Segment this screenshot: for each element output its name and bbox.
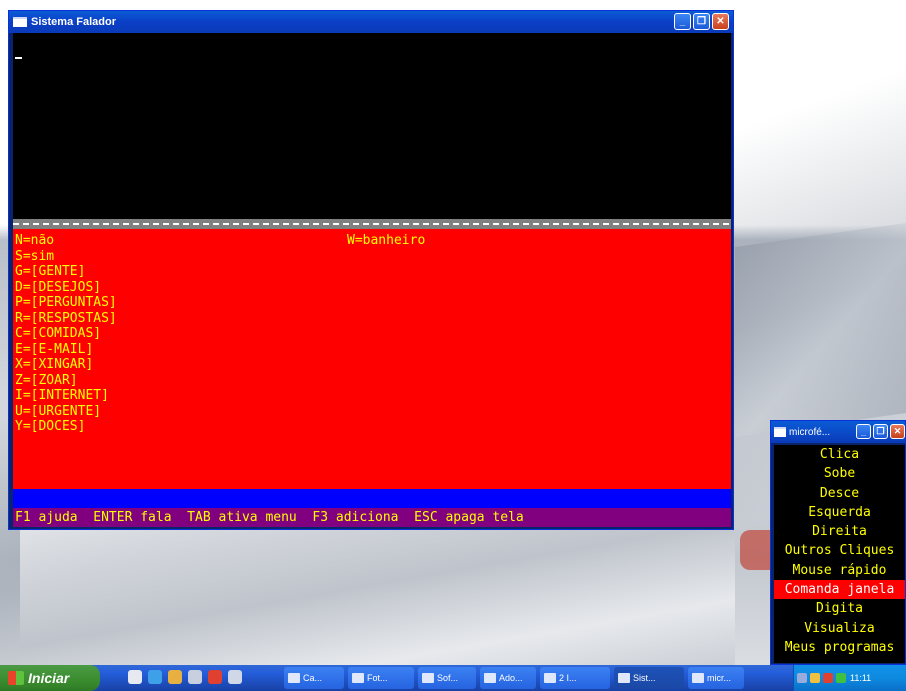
title-bar[interactable]: Sistema Falador _ ❐ ✕ [9,11,733,33]
start-button[interactable]: Iniciar [0,665,100,691]
task-app-icon [544,673,556,683]
close-button[interactable]: ✕ [890,424,905,439]
task-app-icon [618,673,630,683]
restore-button[interactable]: ❐ [873,424,888,439]
volume-icon[interactable] [810,673,820,683]
menu-option-list: N=não S=sim G=[GENTE] D=[DESEJOS] P=[PERGUNT… [15,233,117,435]
menu-option[interactable]: X=[XINGAR] [15,357,117,373]
minimize-button[interactable]: _ [674,13,691,30]
task-label: Sof... [437,673,459,683]
task-label: Ado... [499,673,523,683]
network-icon[interactable] [797,673,807,683]
menu-option[interactable]: Z=[ZOAR] [15,373,117,389]
antivirus-icon[interactable] [823,673,833,683]
menu-option[interactable]: S=sim [15,249,117,265]
mouse-command-item[interactable]: Visualiza [774,619,905,638]
quicklaunch-desktop-icon[interactable] [128,670,142,684]
task-app-icon [484,673,496,683]
wallpaper-keyboard [20,530,735,665]
quicklaunch-ie-icon[interactable] [148,670,162,684]
mouse-window-title: microfé... [789,426,831,438]
mouse-command-item[interactable]: Comanda janela [774,580,905,600]
wallpaper-shape [735,222,906,438]
console-window-icon [13,17,27,27]
mouse-command-item[interactable]: Meus programas [774,638,905,657]
menu-option[interactable]: Y=[DOCES] [15,419,117,435]
status-bar-text: F1 ajuda ENTER fala TAB ativa menu F3 ad… [15,510,524,525]
mouse-command-item[interactable]: Esquerda [774,503,905,522]
quicklaunch-folder-icon[interactable] [168,670,182,684]
mouse-command-list: Clica Sobe Desce Esquerda Direita Outros Cliq… [774,445,905,663]
mouse-control-window[interactable]: microfé... _ ❐ ✕ Clica Sobe Desce Esquerda D… [770,420,906,665]
mouse-command-item[interactable]: Clica [774,445,905,464]
close-icon: ✕ [716,16,725,27]
mouse-command-item[interactable]: Mouse rápido [774,561,905,580]
quicklaunch-misc-icon[interactable] [228,670,242,684]
menu-option[interactable]: U=[URGENTE] [15,404,117,420]
sistema-falador-window[interactable]: Sistema Falador _ ❐ ✕ N=não S=sim G=[GENTE… [8,10,734,530]
task-label: Ca... [303,673,323,683]
text-cursor [15,57,22,59]
windows-logo-icon [8,671,24,685]
mouse-window-title-bar[interactable]: microfé... _ ❐ ✕ [771,421,905,443]
mouse-command-item[interactable]: Desce [774,484,905,503]
task-app-icon [422,673,434,683]
restore-icon: ❐ [697,16,706,27]
restore-button[interactable]: ❐ [693,13,710,30]
mouse-command-item[interactable]: Sobe [774,464,905,483]
clock: 11:11 [850,673,872,683]
quicklaunch-app-icon[interactable] [208,670,222,684]
menu-option[interactable]: C=[COMIDAS] [15,326,117,342]
minimize-button[interactable]: _ [856,424,871,439]
text-output-area[interactable] [13,33,731,219]
taskbar-task-button[interactable]: micr... [688,667,744,689]
update-icon[interactable] [836,673,846,683]
restore-icon: ❐ [876,426,885,436]
task-app-icon [352,673,364,683]
quicklaunch-media-icon[interactable] [188,670,202,684]
task-list: Ca... Fot... Sof... Ado... 2 I... Sist... micr… [284,667,744,689]
menu-option[interactable]: D=[DESEJOS] [15,280,117,296]
taskbar-task-button[interactable]: Ado... [480,667,536,689]
task-label: Fot... [367,673,388,683]
menu-panel: N=não S=sim G=[GENTE] D=[DESEJOS] P=[PERGUNT… [13,229,731,489]
task-app-icon [692,673,704,683]
window-title: Sistema Falador [31,16,116,28]
task-app-icon [288,673,300,683]
menu-option[interactable]: R=[RESPOSTAS] [15,311,117,327]
minimize-icon: _ [679,16,686,27]
menu-option[interactable]: N=não [15,233,117,249]
status-bar: F1 ajuda ENTER fala TAB ativa menu F3 ad… [13,508,731,527]
taskbar-task-button[interactable]: Sist... [614,667,684,689]
mouse-command-item[interactable]: Direita [774,522,905,541]
task-label: micr... [707,673,731,683]
menu-option[interactable]: E=[E-MAIL] [15,342,117,358]
taskbar-task-button[interactable]: Sof... [418,667,476,689]
menu-option[interactable]: G=[GENTE] [15,264,117,280]
taskbar-task-button[interactable]: Ca... [284,667,344,689]
menu-option[interactable]: I=[INTERNET] [15,388,117,404]
taskbar: Iniciar Ca... Fot... Sof... Ado... 2 I... Sis… [0,665,906,691]
task-label: 2 I... [559,673,577,683]
separator-line [13,219,731,229]
taskbar-task-button[interactable]: Fot... [348,667,414,689]
menu-option[interactable]: P=[PERGUNTAS] [15,295,117,311]
mouse-command-item[interactable]: Outros Cliques [774,541,905,560]
minimize-icon: _ [860,426,866,437]
close-icon: ✕ [893,426,902,436]
mouse-command-item[interactable]: Digita [774,599,905,618]
start-label: Iniciar [28,670,70,686]
system-tray: 11:11 [793,665,906,691]
menu-option-banheiro[interactable]: W=banheiro [347,233,425,249]
close-button[interactable]: ✕ [712,13,729,30]
task-label: Sist... [633,673,656,683]
console-window-icon [774,427,786,437]
input-band [13,489,731,508]
taskbar-task-button[interactable]: 2 I... [540,667,610,689]
